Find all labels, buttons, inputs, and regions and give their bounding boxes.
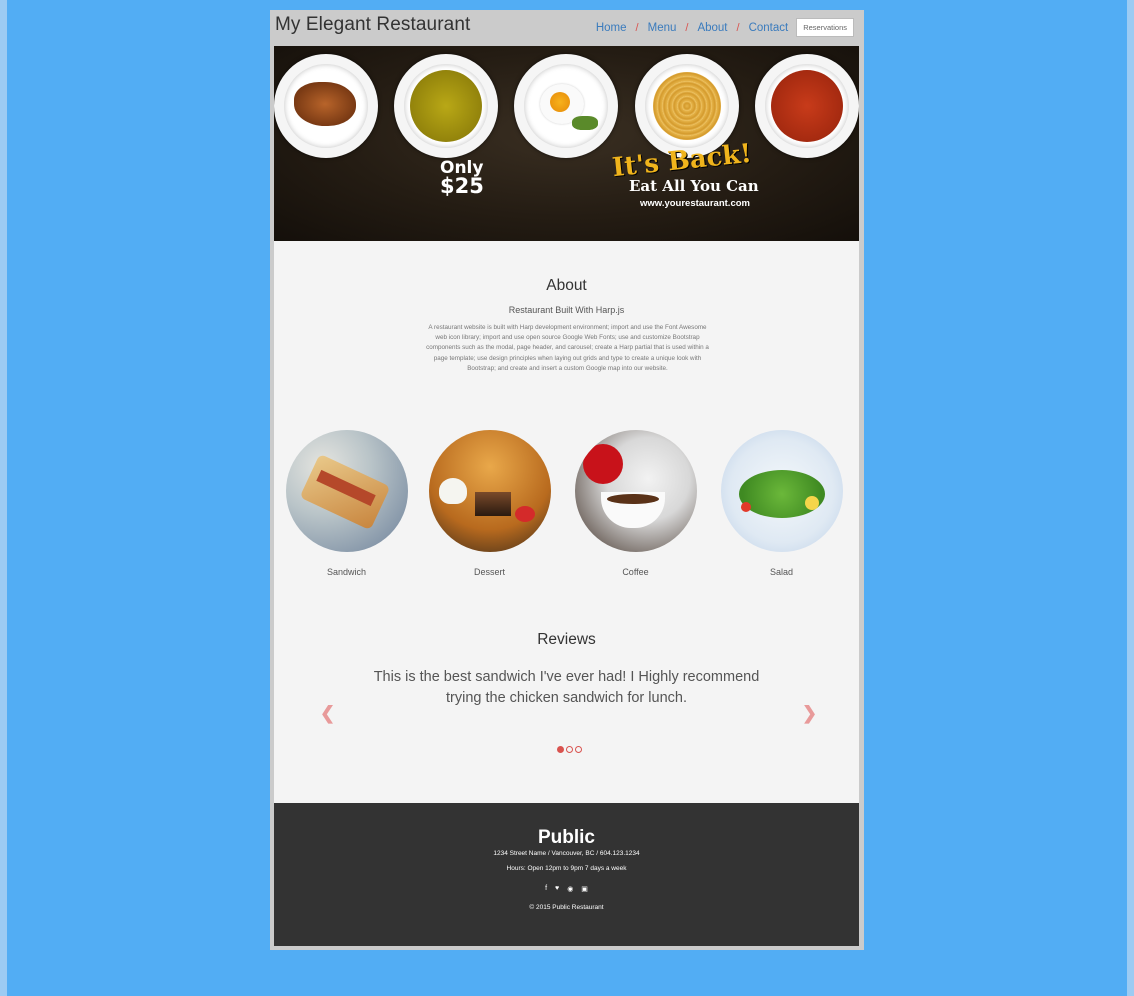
facebook-icon[interactable]: f — [545, 885, 547, 893]
footer: Public 1234 Street Name / Vancouver, BC … — [274, 803, 859, 946]
footer-copyright: © 2015 Public Restaurant — [529, 904, 604, 911]
egg-plate-image — [514, 54, 618, 158]
pinterest-icon[interactable]: ◉ — [567, 885, 573, 893]
main-content: About Restaurant Built With Harp.js A re… — [274, 241, 859, 803]
nav-separator: / — [685, 21, 689, 34]
coffee-photo[interactable] — [574, 430, 697, 552]
window-edge-left — [0, 0, 7, 996]
sandwich-photo[interactable] — [285, 430, 408, 552]
footer-hours: Hours: Open 12pm to 9pm 7 days a week — [506, 865, 627, 872]
nav-menu-link[interactable]: Menu — [648, 22, 677, 34]
twitter-icon[interactable]: ♥ — [555, 885, 559, 893]
navbar: My Elegant Restaurant Home / Menu / Abou… — [270, 10, 864, 44]
about-subtitle: Restaurant Built With Harp.js — [508, 305, 625, 315]
dish-card-coffee[interactable]: Coffee — [573, 430, 698, 577]
dish-card-salad[interactable]: Salad — [719, 430, 844, 577]
hero-url: www.yourestaurant.com — [640, 198, 750, 209]
footer-address: 1234 Street Name / Vancouver, BC / 604.1… — [493, 850, 640, 857]
hero-price-text: Only $25 — [440, 158, 484, 198]
nav-links: Home / Menu / About / Contact Reservatio… — [596, 18, 854, 37]
dish-label: Dessert — [473, 567, 505, 577]
croissant-plate-image — [274, 54, 378, 158]
about-title: About — [546, 277, 587, 294]
stew-plate-image — [755, 54, 859, 158]
soup-plate-image — [394, 54, 498, 158]
reservations-button[interactable]: Reservations — [796, 18, 854, 37]
nav-home-link[interactable]: Home — [596, 22, 627, 34]
dish-card-sandwich[interactable]: Sandwich — [284, 430, 409, 577]
footer-name: Public — [537, 827, 595, 848]
reviews-title: Reviews — [537, 631, 596, 648]
nav-about-link[interactable]: About — [697, 22, 727, 34]
carousel-indicator[interactable] — [557, 746, 564, 753]
about-body: A restaurant website is built with Harp … — [426, 324, 709, 372]
salad-photo[interactable] — [720, 430, 843, 552]
nav-separator: / — [736, 21, 740, 34]
dish-label: Coffee — [622, 567, 649, 577]
chevron-left-icon[interactable]: ❮ — [320, 703, 335, 724]
chevron-right-icon[interactable]: ❯ — [802, 703, 817, 724]
instagram-icon[interactable]: ▣ — [581, 885, 588, 893]
dish-label: Salad — [769, 567, 794, 577]
window-edge-right — [1127, 0, 1134, 996]
hero-banner: Only $25 It's Back! Eat All You Can www.… — [274, 46, 859, 241]
dish-label: Sandwich — [326, 567, 367, 577]
hero-tagline: Eat All You Can — [629, 177, 759, 195]
social-links: f ♥ ◉ ▣ — [274, 885, 859, 893]
brand-title[interactable]: My Elegant Restaurant — [275, 14, 470, 36]
nav-separator: / — [635, 21, 639, 34]
carousel-indicator[interactable] — [575, 746, 582, 753]
carousel-indicator[interactable] — [566, 746, 573, 753]
review-quote: This is the best sandwich I've ever had!… — [373, 669, 760, 706]
dish-card-dessert[interactable]: Dessert — [427, 430, 552, 577]
dessert-photo[interactable] — [428, 430, 551, 552]
page-frame: My Elegant Restaurant Home / Menu / Abou… — [270, 10, 864, 950]
carousel-indicators — [556, 746, 583, 753]
nav-contact-link[interactable]: Contact — [749, 22, 789, 34]
